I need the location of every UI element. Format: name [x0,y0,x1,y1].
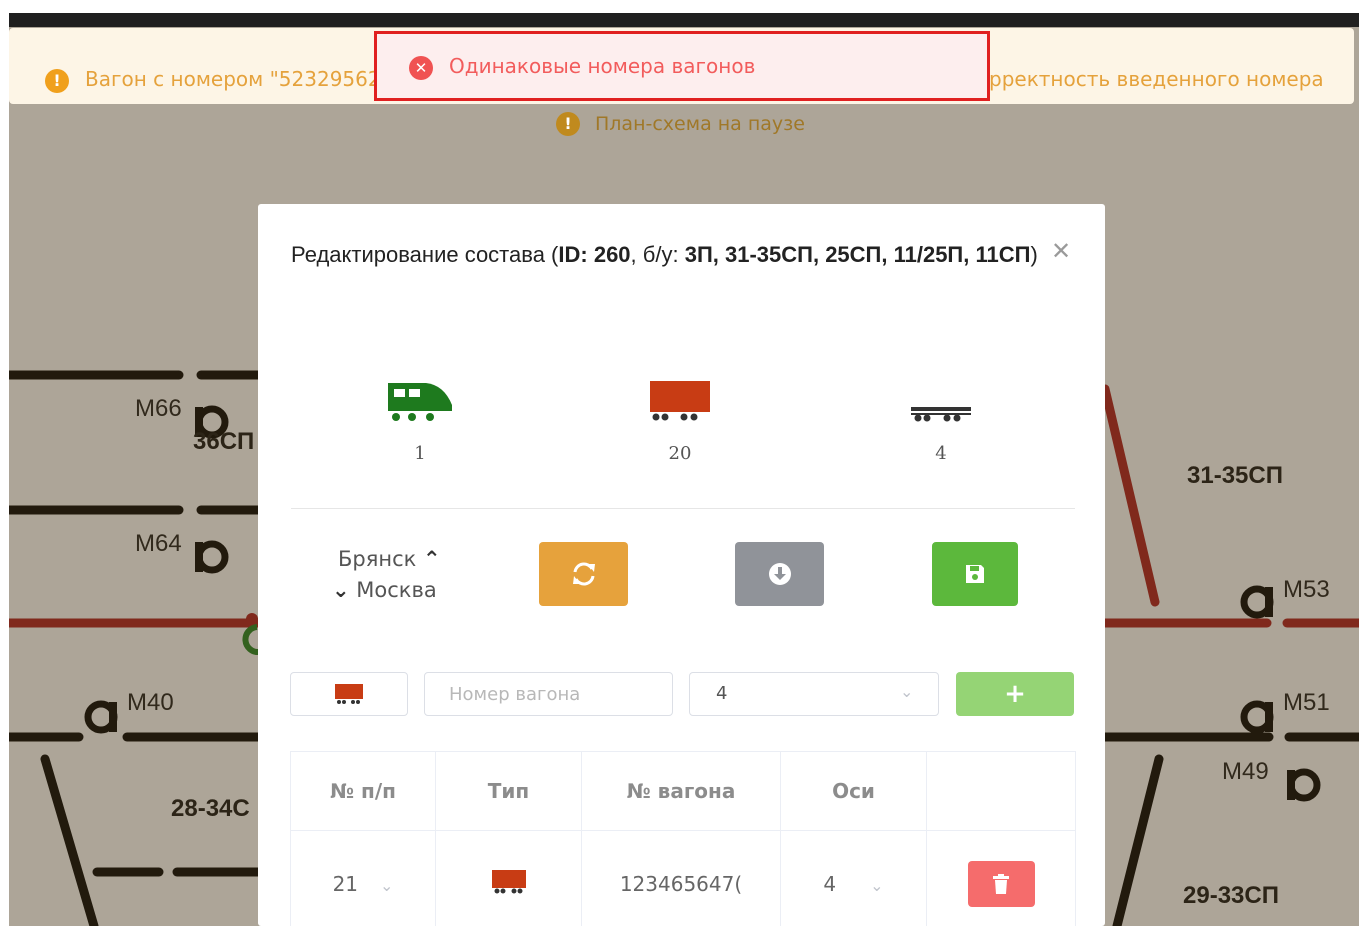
direction-from: Брянск [338,547,417,571]
top-strip [9,13,1359,27]
pause-warning-icon: ! [556,112,580,136]
wagon-type-select[interactable] [290,672,408,716]
stat-flatcars: 4 [881,379,1001,464]
direction-to: Москва [356,578,437,602]
bu-tracks: 3П, 31-35СП, 25СП, 11/25П, 11СП [684,242,1031,267]
add-wagon-button[interactable]: + [956,672,1074,716]
wagon-number-input[interactable] [425,673,672,715]
column-header-type: Тип [435,751,582,831]
modal-title: Редактирование состава (ID: 260, б/у: 3П… [291,242,1038,267]
error-notification: ✕ Одинаковые номера вагонов [374,31,990,101]
row-index-select[interactable]: 21 ⌄ [290,830,436,926]
app-frame: 36СП 31-35СП 28-34С 29-33СП М66 М64 М53 … [9,13,1359,926]
refresh-icon [572,562,595,586]
error-icon: ✕ [409,56,433,80]
table-row: 21 ⌄ 123465647( 4 ⌄ [290,830,1076,926]
floppy-icon [966,565,984,583]
chevron-down-icon: ⌄ [900,682,914,701]
chevron-up-icon[interactable]: ⌃ [423,547,441,571]
axes-value: 4 [716,683,728,704]
warning-message-left: Вагон с номером "52329562 [85,67,381,91]
wagons-table: № п/п Тип № вагона Оси 21 ⌄ 123465647(4… [290,751,1076,926]
boxcar-icon [650,381,710,421]
column-header-actions [926,751,1076,831]
train-id-label: ID: [558,242,588,267]
chevron-down-icon[interactable]: ⌄ [332,578,350,602]
warning-message-right: рректность введенного номера [989,67,1324,91]
column-header-axes: Оси [780,751,927,831]
save-button[interactable] [932,542,1018,606]
axes-select[interactable]: 4 ⌄ [689,672,939,716]
row-actions [926,830,1076,926]
warning-icon: ! [45,69,69,93]
column-header-index: № п/п [290,751,436,831]
chevron-down-icon: ⌄ [870,876,884,895]
row-wagon-number[interactable]: 123465647( [581,830,781,926]
chevron-down-icon: ⌄ [380,876,394,895]
boxcar-count: 20 [668,443,692,464]
row-type[interactable] [435,830,582,926]
wagon-number-field[interactable] [424,672,673,716]
pause-status: ! План-схема на паузе [9,104,1354,144]
stat-boxcars: 20 [620,379,740,464]
modal-divider [291,508,1075,509]
train-id: 260 [593,242,631,267]
table-header-row: № п/п Тип № вагона Оси [290,751,1076,831]
row-axes: 4 [823,872,837,896]
error-message: Одинаковые номера вагонов [449,54,756,78]
column-header-wagon-number: № вагона [581,751,781,831]
stat-locomotives: 1 [360,379,480,464]
flatcar-count: 4 [935,443,947,464]
locomotive-icon [388,383,452,421]
flatcar-icon [911,407,971,422]
download-button[interactable] [735,542,824,606]
row-index: 21 [332,872,359,896]
boxcar-type-icon [491,869,526,893]
refresh-button[interactable] [539,542,628,606]
download-icon [768,563,791,585]
close-icon[interactable]: ✕ [1051,237,1071,265]
trash-icon [993,874,1009,894]
direction-switch[interactable]: Брянск ⌃ ⌄ Москва [332,544,441,606]
boxcar-type-icon [335,684,363,704]
delete-row-button[interactable] [967,861,1035,907]
edit-train-modal: Редактирование состава (ID: 260, б/у: 3П… [258,204,1105,926]
locomotive-count: 1 [414,443,426,464]
row-axes-select[interactable]: 4 ⌄ [780,830,927,926]
pause-status-text: План-схема на паузе [595,113,805,135]
